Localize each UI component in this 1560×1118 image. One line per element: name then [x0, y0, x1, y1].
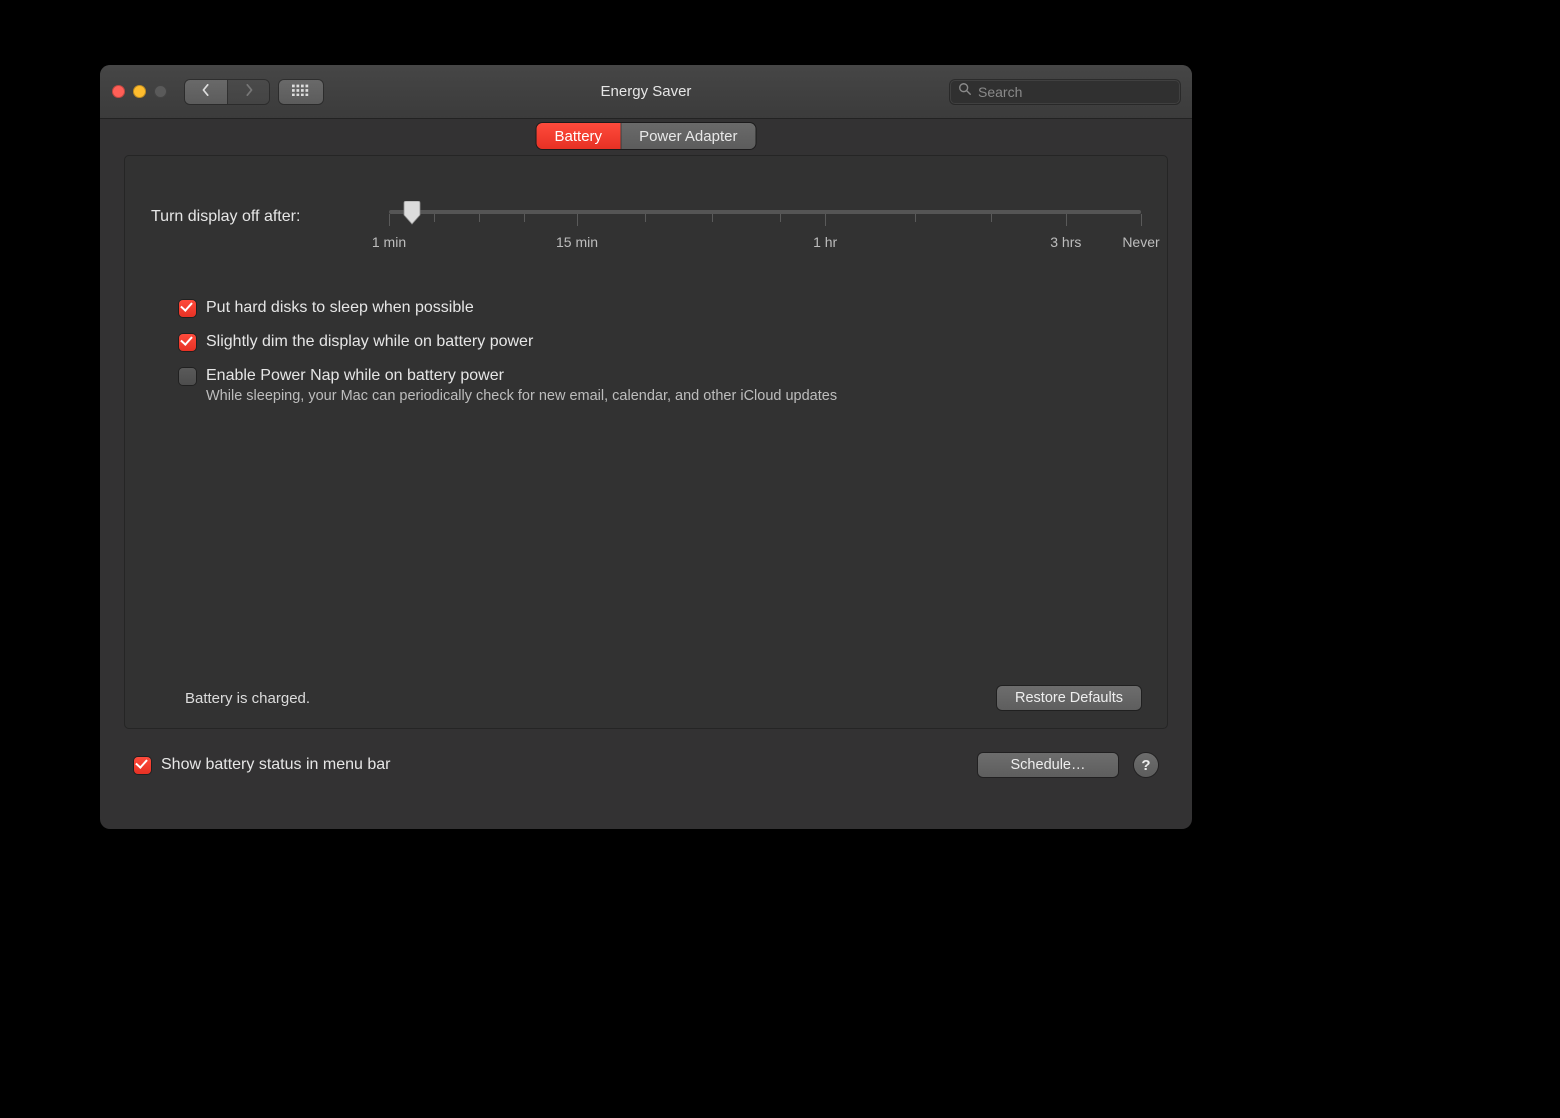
settings-panel: Turn display off after:: [124, 155, 1168, 729]
forward-button: [227, 80, 269, 104]
nav-buttons: [185, 80, 269, 104]
search-icon: [958, 82, 972, 101]
hard-disks-checkbox[interactable]: [179, 300, 196, 317]
minimize-window-button[interactable]: [133, 85, 146, 98]
restore-defaults-button[interactable]: Restore Defaults: [997, 686, 1141, 710]
footer: Show battery status in menu bar Schedule…: [134, 753, 1158, 777]
option-list: Put hard disks to sleep when possible Sl…: [179, 298, 1141, 404]
toolbar: Energy Saver: [100, 65, 1192, 119]
close-window-button[interactable]: [112, 85, 125, 98]
panel-bottom: Battery is charged. Restore Defaults: [151, 686, 1141, 710]
help-icon: ?: [1141, 757, 1150, 774]
search-field[interactable]: [950, 80, 1180, 104]
mark-never: Never: [1122, 234, 1159, 250]
help-button[interactable]: ?: [1134, 753, 1158, 777]
tab-control: Battery Power Adapter: [537, 123, 756, 149]
chevron-left-icon: [201, 83, 211, 101]
window-controls: [112, 85, 167, 98]
power-nap-description: While sleeping, your Mac can periodicall…: [206, 388, 837, 404]
option-menu-bar: Show battery status in menu bar: [134, 755, 390, 775]
display-off-slider[interactable]: 1 min 15 min 1 hr 3 hrs Never: [389, 202, 1141, 262]
preference-body: Battery Power Adapter Turn display off a…: [100, 119, 1192, 795]
dim-display-checkbox[interactable]: [179, 334, 196, 351]
slider-thumb[interactable]: [402, 201, 422, 224]
option-hard-disks: Put hard disks to sleep when possible: [179, 298, 1141, 318]
option-dim-display: Slightly dim the display while on batter…: [179, 332, 1141, 352]
power-nap-checkbox[interactable]: [179, 368, 196, 385]
mark-1hr: 1 hr: [813, 234, 837, 250]
dim-display-label: Slightly dim the display while on batter…: [206, 332, 533, 352]
option-power-nap: Enable Power Nap while on battery power …: [179, 366, 1141, 404]
zoom-window-button: [154, 85, 167, 98]
schedule-button[interactable]: Schedule…: [978, 753, 1118, 777]
grid-icon: [292, 83, 310, 101]
slider-track: [389, 210, 1141, 214]
hard-disks-label: Put hard disks to sleep when possible: [206, 298, 474, 318]
menu-bar-checkbox[interactable]: [134, 757, 151, 774]
mark-3hrs: 3 hrs: [1050, 234, 1081, 250]
system-preferences-window: Energy Saver Battery Power Adapter Turn …: [100, 65, 1192, 829]
show-all-button[interactable]: [279, 80, 323, 104]
back-button[interactable]: [185, 80, 227, 104]
battery-status: Battery is charged.: [185, 690, 310, 707]
chevron-right-icon: [244, 83, 254, 101]
display-off-row: Turn display off after:: [151, 208, 1141, 262]
search-input[interactable]: [978, 84, 1172, 100]
mark-1min: 1 min: [372, 234, 406, 250]
menu-bar-label: Show battery status in menu bar: [161, 755, 390, 775]
tab-battery[interactable]: Battery: [537, 123, 621, 149]
tab-power-adapter[interactable]: Power Adapter: [620, 123, 755, 149]
power-nap-label: Enable Power Nap while on battery power: [206, 366, 837, 386]
mark-15min: 15 min: [556, 234, 598, 250]
